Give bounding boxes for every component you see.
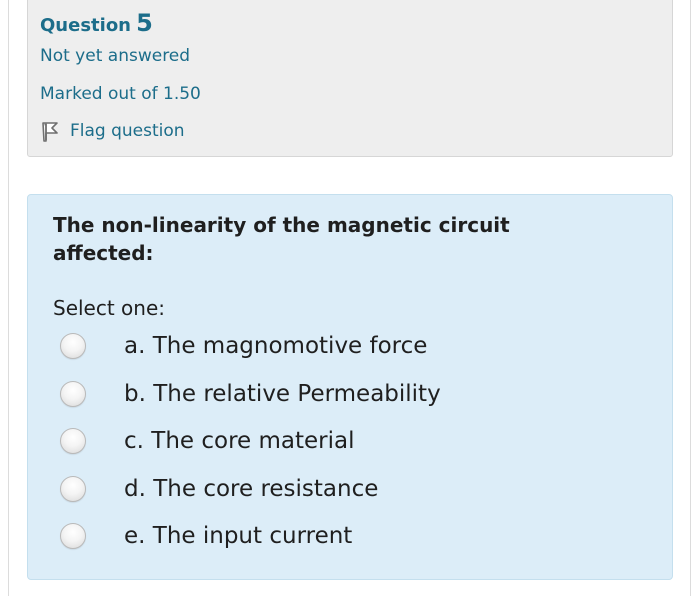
radio-button[interactable] — [60, 476, 86, 502]
answer-option-b[interactable]: b. The relative Permeability — [60, 376, 441, 412]
answer-option-letter: d. — [124, 476, 146, 502]
question-state: Not yet answered — [40, 46, 191, 66]
answer-option-text: The relative Permeability — [153, 381, 441, 407]
question-info-panel: Question 5 Not yet answered Marked out o… — [27, 0, 673, 157]
page-border-left — [8, 0, 9, 596]
answer-option-e[interactable]: e. The input current — [60, 518, 352, 554]
answer-option-label: e. The input current — [124, 523, 352, 549]
question-text: The non-linearity of the magnetic circui… — [53, 213, 510, 265]
flag-question-label: Flag question — [70, 121, 185, 141]
answer-option-d[interactable]: d. The core resistance — [60, 471, 378, 507]
answer-option-label: a. The magnomotive force — [124, 333, 427, 359]
answer-option-text: The magnomotive force — [152, 333, 428, 359]
answer-option-letter: a. — [124, 333, 146, 359]
answer-option-text: The core resistance — [153, 476, 379, 502]
question-content-panel: The non-linearity of the magnetic circui… — [27, 194, 673, 580]
question-grade: Marked out of 1.50 — [40, 84, 201, 104]
answer-option-text: The input current — [152, 523, 353, 549]
flag-icon — [42, 122, 58, 142]
question-number-heading: Question 5 — [40, 9, 153, 37]
answer-option-letter: b. — [124, 381, 146, 407]
answer-option-letter: e. — [124, 523, 146, 549]
radio-button[interactable] — [60, 428, 86, 454]
answer-option-label: b. The relative Permeability — [124, 381, 441, 407]
answer-option-label: d. The core resistance — [124, 476, 378, 502]
answer-option-letter: c. — [124, 428, 144, 454]
question-label: Question — [40, 15, 131, 36]
answer-option-c[interactable]: c. The core material — [60, 423, 355, 459]
radio-button[interactable] — [60, 381, 86, 407]
answer-prompt: Select one: — [53, 296, 166, 320]
question-number: 5 — [136, 9, 153, 37]
radio-button[interactable] — [60, 333, 86, 359]
answer-option-text: The core material — [151, 428, 355, 454]
page-border-right — [690, 0, 691, 596]
flag-question-button[interactable]: Flag question — [40, 118, 185, 144]
answer-option-label: c. The core material — [124, 428, 355, 454]
radio-button[interactable] — [60, 523, 86, 549]
answer-option-a[interactable]: a. The magnomotive force — [60, 328, 427, 364]
